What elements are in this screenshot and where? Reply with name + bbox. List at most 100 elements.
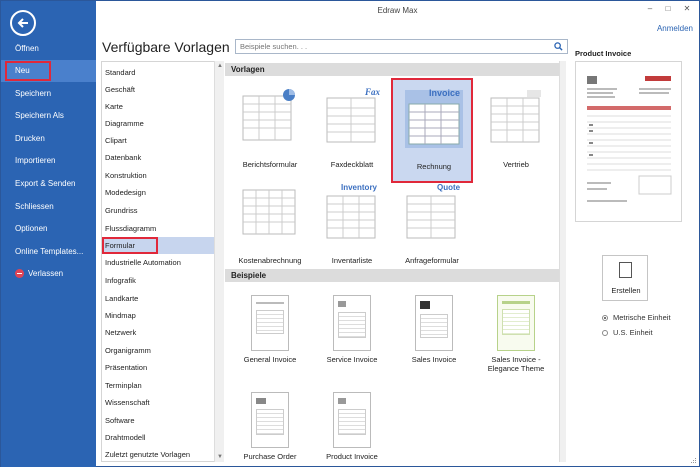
title-bar: Edraw Max – □ ✕	[96, 1, 699, 19]
thumb-text: Invoice	[429, 88, 461, 98]
create-button[interactable]: Erstellen	[602, 255, 648, 301]
example-tile[interactable]: Purchase Order	[229, 386, 311, 467]
example-tile[interactable]: Sales Invoice	[393, 289, 475, 389]
category-item[interactable]: Datenbank	[102, 149, 214, 166]
category-item[interactable]: Mindmap	[102, 307, 214, 324]
example-label: Sales Invoice	[411, 355, 457, 364]
sidebar-item-new[interactable]: Neu	[1, 60, 96, 82]
example-label: General Invoice	[243, 355, 297, 364]
thumb-text: Inventory	[341, 183, 378, 192]
template-tile[interactable]: Inventory Inventarliste	[311, 174, 393, 279]
template-tile[interactable]: Fax Faxdeckblatt	[311, 78, 393, 183]
purchase-order-thumbnail	[251, 392, 289, 448]
example-label: Service Invoice	[326, 355, 378, 364]
example-tile[interactable]: Service Invoice	[311, 289, 393, 389]
sidebar-item-exit[interactable]: Verlassen	[1, 263, 96, 285]
back-button[interactable]	[10, 10, 36, 36]
sidebar-item-import[interactable]: Importieren	[1, 150, 96, 172]
metric-unit-option[interactable]: Metrische Einheit	[602, 313, 671, 322]
search-icon[interactable]	[554, 42, 563, 51]
category-item[interactable]: Clipart	[102, 132, 214, 149]
sidebar-item-save-as[interactable]: Speichern Als	[1, 105, 96, 127]
sidebar-item-close[interactable]: Schliessen	[1, 196, 96, 218]
new-document-icon	[619, 262, 632, 278]
category-item[interactable]: Drahtmodell	[102, 429, 214, 446]
template-label: Vertrieb	[503, 160, 529, 169]
template-label: Berichtsformular	[242, 160, 298, 169]
search-box[interactable]	[235, 39, 568, 54]
highlight-box	[102, 237, 158, 254]
search-input[interactable]	[236, 40, 546, 53]
sidebar-item-label: Verlassen	[28, 269, 64, 278]
close-button[interactable]: ✕	[680, 4, 694, 14]
template-label: Faxdeckblatt	[330, 160, 374, 169]
scroll-up-icon[interactable]: ▲	[217, 63, 223, 69]
sidebar-item-online-templates[interactable]: Online Templates...	[1, 241, 96, 263]
sidebar-item-save[interactable]: Speichern	[1, 83, 96, 105]
thumb-text: Quote	[437, 183, 461, 192]
template-label: Rechnung	[416, 162, 452, 171]
preview-image	[583, 72, 675, 212]
expense-report-thumbnail	[242, 189, 296, 235]
sidebar-item-export[interactable]: Export & Senden	[1, 173, 96, 195]
template-tile-selected[interactable]: Invoice Rechnung	[391, 78, 473, 183]
us-unit-option[interactable]: U.S. Einheit	[602, 328, 653, 337]
preview-pane	[575, 61, 682, 222]
category-item[interactable]: Präsentation	[102, 359, 214, 376]
example-tile[interactable]: Sales Invoice - Elegance Theme	[475, 289, 557, 389]
example-tile[interactable]: General Invoice	[229, 289, 311, 389]
example-label: Purchase Order	[243, 452, 297, 461]
category-item[interactable]: Grundriss	[102, 202, 214, 219]
template-grid: Vorlagen Berichtsformular Fax Faxdeckbla…	[225, 61, 559, 462]
template-label: Kostenabrechnung	[238, 256, 302, 265]
template-tile[interactable]: Quote Anfrageformular	[391, 174, 473, 279]
sidebar-item-print[interactable]: Drucken	[1, 128, 96, 150]
category-item[interactable]: Zuletzt genutzte Vorlagen	[102, 446, 214, 463]
template-tile[interactable]: Berichtsformular	[229, 78, 311, 183]
app-window: Öffnen Neu Speichern Speichern Als Druck…	[0, 0, 700, 467]
category-item[interactable]: Standard	[102, 64, 214, 81]
radio-unchecked-icon[interactable]	[602, 330, 608, 336]
category-item[interactable]: Wissenschaft	[102, 394, 214, 411]
template-tile[interactable]: Vertrieb	[475, 78, 557, 183]
category-item[interactable]: Karte	[102, 98, 214, 115]
scroll-down-icon[interactable]: ▼	[217, 454, 223, 460]
thumb-text: Fax	[365, 87, 381, 97]
category-item[interactable]: Terminplan	[102, 377, 214, 394]
sidebar-item-options[interactable]: Optionen	[1, 218, 96, 240]
category-item[interactable]: Konstruktion	[102, 167, 214, 184]
create-label: Erstellen	[611, 286, 641, 295]
sidebar-item-open[interactable]: Öffnen	[1, 38, 96, 60]
inventory-list-thumbnail	[326, 195, 376, 239]
template-scrollbar[interactable]	[559, 61, 566, 462]
section-header-examples: Beispiele	[225, 269, 559, 282]
category-item[interactable]: Industrielle Automation	[102, 254, 214, 271]
category-item[interactable]: Organigramm	[102, 342, 214, 359]
invoice-thumbnail	[405, 90, 463, 148]
radio-label: Metrische Einheit	[613, 313, 671, 322]
general-invoice-thumbnail	[251, 295, 289, 351]
minimize-button[interactable]: –	[643, 4, 657, 14]
category-item[interactable]: Landkarte	[102, 290, 214, 307]
category-item[interactable]: Modedesign	[102, 184, 214, 201]
radio-label: U.S. Einheit	[613, 328, 653, 337]
example-label: Product Invoice	[326, 452, 378, 461]
category-item[interactable]: Flussdiagramm	[102, 220, 214, 237]
sales-invoice-elegance-thumbnail	[497, 295, 535, 351]
category-item-selected[interactable]: Formular	[102, 237, 214, 254]
signin-link[interactable]: Anmelden	[657, 24, 693, 33]
example-tile[interactable]: Product Invoice	[311, 386, 393, 467]
category-item[interactable]: Netzwerk	[102, 324, 214, 341]
resize-grip-icon[interactable]	[691, 458, 697, 464]
example-label: Sales Invoice - Elegance Theme	[487, 355, 545, 373]
category-item[interactable]: Diagramme	[102, 115, 214, 132]
category-list: Standard Geschäft Karte Diagramme Clipar…	[101, 61, 214, 462]
category-item[interactable]: Geschäft	[102, 81, 214, 98]
maximize-button[interactable]: □	[661, 4, 675, 14]
category-scrollbar[interactable]: ▲ ▼	[214, 61, 224, 462]
category-item[interactable]: Software	[102, 412, 214, 429]
category-item[interactable]: Infografik	[102, 272, 214, 289]
template-tile[interactable]: Kostenabrechnung	[229, 174, 311, 279]
page-title: Verfügbare Vorlagen	[102, 39, 230, 55]
radio-checked-icon[interactable]	[602, 315, 608, 321]
